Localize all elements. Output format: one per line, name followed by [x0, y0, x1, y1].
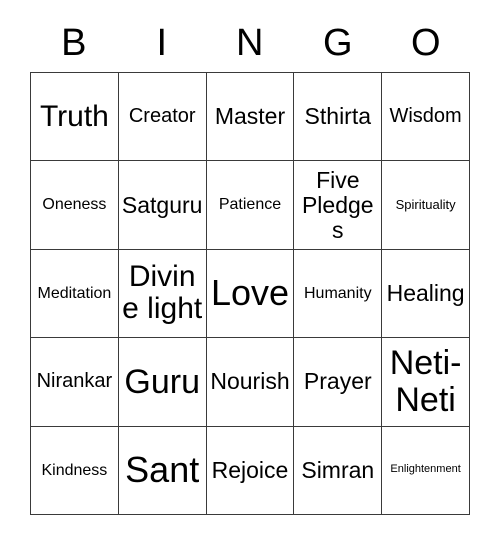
bingo-cell[interactable]: Master [206, 73, 295, 162]
header-letter-o: O [410, 22, 442, 64]
bingo-card: B I N G O Truth Creator Master Sthirta Wisdo… [0, 0, 500, 544]
bingo-cell[interactable]: Creator [118, 73, 207, 162]
bingo-cell[interactable]: Nirankar [31, 338, 119, 427]
bingo-cell-label: Truth [39, 99, 109, 133]
bingo-header: B I N G O [30, 14, 470, 72]
header-letter-b: B [61, 22, 87, 64]
bingo-grid: Truth Creator Master Sthirta Wisdom Oneness Sa… [30, 72, 470, 515]
bingo-cell-label: Sant [125, 448, 200, 490]
bingo-cell[interactable]: Truth [31, 73, 119, 162]
bingo-cell[interactable]: Five Pledges [294, 161, 383, 250]
bingo-cell-label: Rejoice [211, 456, 289, 483]
bingo-cell-label: Love [210, 272, 290, 314]
bingo-cell[interactable]: Humanity [294, 249, 383, 339]
bingo-cell-label: Nourish [210, 368, 290, 395]
bingo-cell-label: Simran [301, 456, 375, 483]
bingo-cell[interactable]: Divine light [118, 249, 207, 339]
bingo-cell[interactable]: Prayer [294, 338, 383, 427]
bingo-cell-label: Nirankar [36, 370, 113, 393]
bingo-cell-label: Humanity [304, 284, 372, 302]
bingo-cell[interactable]: Oneness [31, 161, 119, 250]
header-letter-i: I [156, 22, 168, 64]
bingo-cell[interactable]: Meditation [31, 249, 119, 339]
bingo-cell[interactable]: Nourish [206, 338, 295, 427]
bingo-cell[interactable]: Patience [206, 161, 295, 250]
bingo-cell[interactable]: Guru [118, 338, 207, 427]
bingo-cell-label: Healing [386, 280, 465, 307]
bingo-cell[interactable]: Wisdom [382, 73, 470, 162]
bingo-cell-label: Kindness [41, 461, 108, 479]
bingo-cell-label: Spirituality [395, 197, 456, 213]
bingo-cell-label: Satguru [121, 191, 203, 218]
bingo-cell-label: Wisdom [389, 104, 462, 127]
bingo-cell[interactable]: Neti-Neti [382, 338, 470, 427]
bingo-cell-label: Divine light [122, 260, 203, 326]
bingo-cell-label: Neti-Neti [389, 344, 462, 419]
bingo-cell[interactable]: Healing [382, 249, 470, 339]
bingo-cell-label: Meditation [37, 284, 112, 302]
bingo-cell[interactable]: Kindness [31, 426, 119, 515]
header-letter-n: N [236, 22, 264, 64]
bingo-cell[interactable]: Love [206, 249, 295, 339]
bingo-cell[interactable]: Simran [294, 426, 383, 515]
bingo-cell-label: Master [214, 103, 286, 130]
bingo-cell-label: Guru [124, 362, 200, 401]
bingo-cell-label: Five Pledges [301, 166, 374, 243]
bingo-cell-label: Enlightenment [390, 463, 461, 476]
bingo-cell-label: Patience [218, 196, 282, 214]
bingo-cell-label: Sthirta [304, 103, 372, 130]
bingo-cell[interactable]: Rejoice [206, 426, 295, 515]
bingo-cell-label: Creator [128, 104, 196, 127]
bingo-cell-label: Oneness [42, 196, 107, 214]
bingo-cell[interactable]: Satguru [118, 161, 207, 250]
bingo-cell-label: Prayer [303, 368, 372, 395]
bingo-cell[interactable]: Enlightenment [382, 426, 470, 515]
bingo-cell[interactable]: Sthirta [294, 73, 383, 162]
bingo-cell[interactable]: Spirituality [382, 161, 470, 250]
header-letter-g: G [322, 22, 354, 64]
bingo-cell[interactable]: Sant [118, 426, 207, 515]
